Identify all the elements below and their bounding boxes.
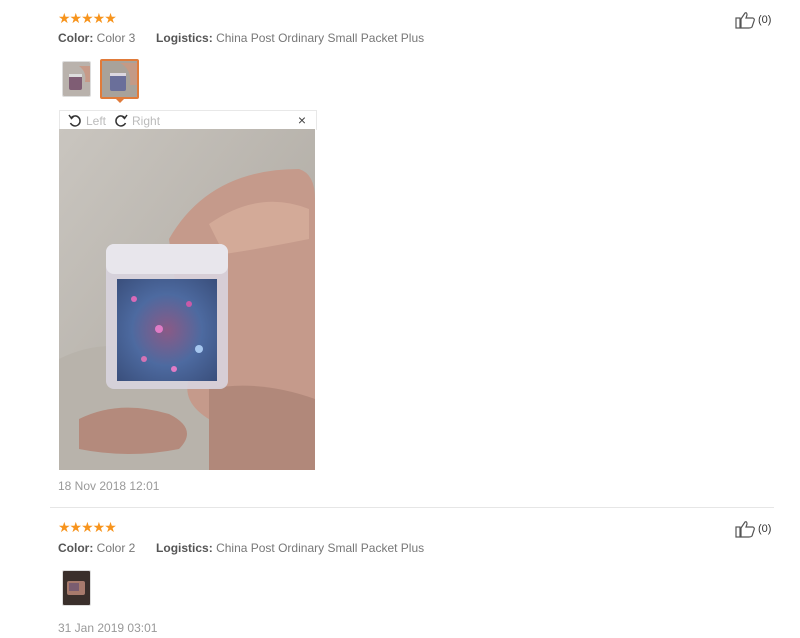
rotate-left-icon [68, 114, 81, 127]
review-photo-thumb[interactable] [62, 570, 91, 606]
like-count: (0) [758, 523, 772, 535]
review-item: ★★★★★ Color: Color 3 Logistics: China Po… [0, 0, 800, 508]
logistics-value: China Post Ordinary Small Packet Plus [216, 31, 425, 45]
review-meta: Color: Color 3 Logistics: China Post Ord… [58, 31, 424, 45]
rotate-right-icon [115, 114, 128, 127]
close-icon[interactable]: × [298, 112, 306, 128]
review-item: ★★★★★ Color: Color 2 Logistics: China Po… [0, 508, 800, 638]
image-viewer-toolbar: Left Right × [59, 110, 317, 130]
rating-stars: ★★★★★ [58, 10, 117, 26]
rotate-left-button[interactable]: Left [68, 114, 106, 128]
color-label: Color: [58, 541, 94, 555]
like-count: (0) [758, 14, 772, 26]
color-label: Color: [58, 31, 94, 45]
review-date: 18 Nov 2018 12:01 [58, 479, 160, 493]
thumbs-up-icon [735, 521, 755, 538]
color-value: Color 2 [96, 541, 136, 555]
color-value: Color 3 [96, 31, 136, 45]
review-date: 31 Jan 2019 03:01 [58, 621, 158, 635]
review-meta: Color: Color 2 Logistics: China Post Ord… [58, 541, 424, 555]
review-photo-large [59, 129, 315, 470]
photo-thumbnail [63, 62, 90, 96]
like-button[interactable]: (0) [735, 520, 771, 538]
review-photo-thumb-active[interactable] [100, 59, 139, 99]
rotate-right-label: Right [132, 113, 161, 128]
like-button[interactable]: (0) [735, 11, 771, 29]
review-photo-thumb[interactable] [62, 61, 91, 97]
selected-indicator [114, 97, 126, 103]
photo-thumbnail [102, 61, 137, 97]
thumbs-up-icon [735, 12, 755, 29]
photo-thumbnail [63, 571, 90, 605]
logistics-label: Logistics: [156, 31, 213, 45]
logistics-value: China Post Ordinary Small Packet Plus [216, 541, 425, 555]
rotate-left-label: Left [86, 113, 107, 128]
logistics-label: Logistics: [156, 541, 213, 555]
rotate-right-button[interactable]: Right [114, 114, 160, 128]
rating-stars: ★★★★★ [58, 519, 117, 535]
